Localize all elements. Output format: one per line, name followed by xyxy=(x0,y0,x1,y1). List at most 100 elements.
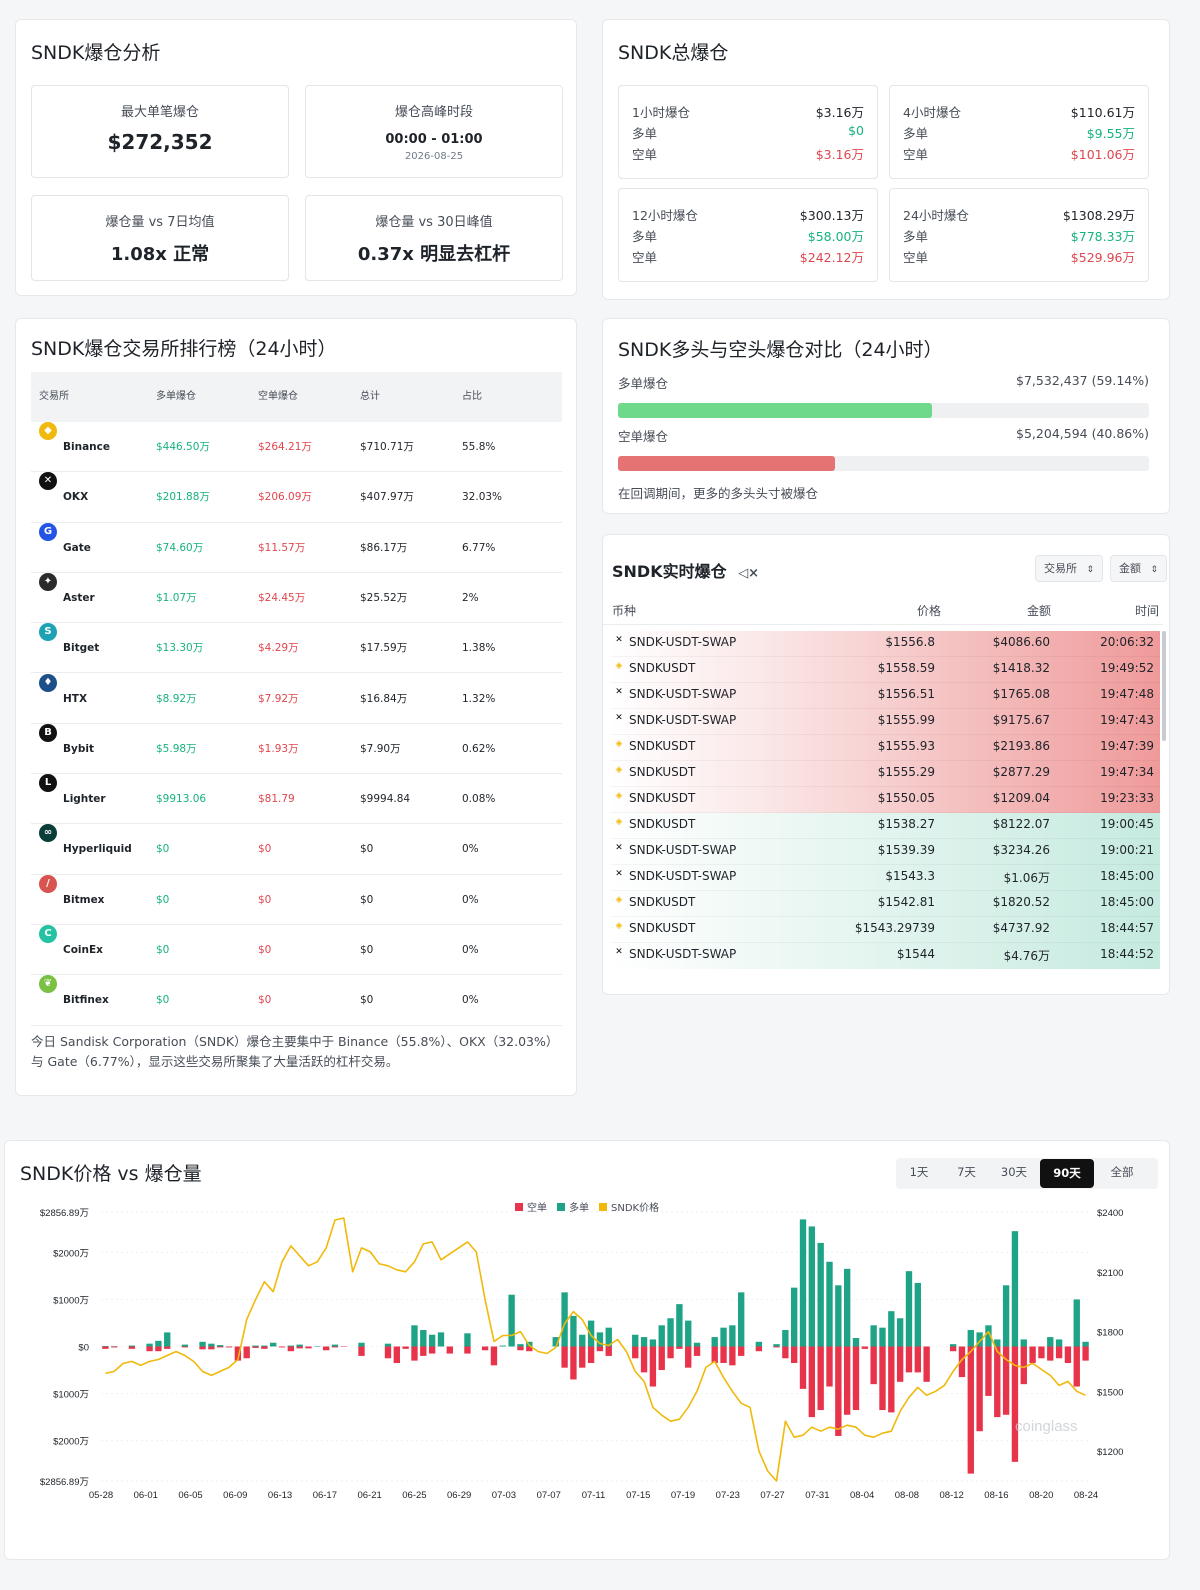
time: 19:00:21 xyxy=(1100,843,1154,857)
short-bar xyxy=(331,1346,339,1348)
long-bar xyxy=(1055,1339,1063,1347)
table-row[interactable]: ◆ Binance $446.50万 $264.21万 $710.71万 55.8% xyxy=(31,422,562,473)
table-row[interactable]: G Gate $74.60万 $11.57万 $86.17万 6.77% xyxy=(31,522,562,573)
pair-name: SNDK-USDT-SWAP xyxy=(629,947,737,961)
long-bar xyxy=(949,1344,957,1347)
binance-logo-icon: ◈ xyxy=(615,921,623,931)
list-item[interactable]: ◈ SNDKUSDT $1555.29 $2877.29 19:47:34 xyxy=(610,761,1160,787)
list-item[interactable]: ✕ SNDK-USDT-SWAP $1539.39 $3234.26 19:00:21 xyxy=(610,839,1160,865)
price: $1544 xyxy=(896,947,935,961)
pair-name: SNDKUSDT xyxy=(629,895,696,909)
exchange-name: Bitget xyxy=(63,642,100,655)
share-pct: 1.38% xyxy=(462,642,496,655)
short-bar xyxy=(1082,1346,1089,1361)
price: $1555.99 xyxy=(877,713,935,727)
col-total: 总计 xyxy=(360,391,380,402)
realtime-scrollbar[interactable] xyxy=(1162,631,1166,741)
list-item[interactable]: ◈ SNDKUSDT $1555.93 $2193.86 19:47:39 xyxy=(610,735,1160,761)
table-row[interactable]: ❦ Bitfinex $0 $0 $0 0% xyxy=(31,975,562,1026)
amount: $8122.07 xyxy=(992,817,1050,831)
col-long: 多单爆仓 xyxy=(156,391,196,402)
amount: $2193.86 xyxy=(992,739,1050,753)
long-value: $0 xyxy=(848,123,864,138)
long-bar xyxy=(649,1339,657,1347)
list-item[interactable]: ◈ SNDKUSDT $1542.81 $1820.52 18:45:00 xyxy=(610,891,1160,917)
amount-filter-button[interactable]: 金额 ⇕ xyxy=(1110,555,1168,582)
col-price: 价格 xyxy=(917,604,942,618)
sound-icon[interactable]: ◁× xyxy=(738,566,759,581)
pair-name: SNDKUSDT xyxy=(629,661,696,675)
short-value: $3.16万 xyxy=(815,147,864,162)
x-tick-label: 07-07 xyxy=(537,1490,561,1501)
short-bar xyxy=(738,1346,745,1356)
list-item[interactable]: ◈ SNDKUSDT $1550.05 $1209.04 19:23:33 xyxy=(610,787,1160,813)
price-vs-liquidation-chart[interactable]: $2856.89万 $2000万 $1000万 $0 $1000万 $2000万 $2856… xyxy=(5,1141,1171,1561)
peak-time-label: 爆仓高峰时段 xyxy=(394,105,473,120)
vs7d-label: 爆仓量 vs 7日均值 xyxy=(105,215,215,230)
long-bar xyxy=(164,1332,171,1347)
x-tick-label: 06-29 xyxy=(447,1490,471,1501)
long-bar xyxy=(217,1345,224,1347)
list-item[interactable]: ✕ SNDK-USDT-SWAP $1543.3 $1.06万 18:45:00 xyxy=(610,865,1160,891)
gate-logo-icon: G xyxy=(39,522,57,541)
short-value: $242.12万 xyxy=(799,250,864,265)
summary-card: SNDK爆仓分析 最大单笔爆仓 $272,352 爆仓高峰时段 00:00 - … xyxy=(15,19,577,296)
list-item[interactable]: ◈ SNDKUSDT $1538.27 $8122.07 19:00:45 xyxy=(610,813,1160,839)
list-item[interactable]: ✕ SNDK-USDT-SWAP $1544 $4.76万 18:44:52 xyxy=(610,943,1160,969)
short-bar xyxy=(570,1346,577,1380)
table-row[interactable]: C CoinEx $0 $0 $0 0% xyxy=(31,925,562,976)
col-amount: 金额 xyxy=(1027,604,1052,618)
table-row[interactable]: L Lighter $9913.06 $81.79 $9994.84 0.08% xyxy=(31,774,562,825)
long-bar xyxy=(640,1337,648,1347)
long-bar-fill xyxy=(618,403,933,418)
long-bar xyxy=(579,1334,586,1347)
x-tick-label: 07-19 xyxy=(671,1490,695,1501)
short-bar xyxy=(181,1346,189,1348)
time: 19:00:45 xyxy=(1100,817,1154,831)
x-tick-label: 07-15 xyxy=(626,1490,650,1501)
long-bar xyxy=(720,1327,727,1347)
long-bar xyxy=(181,1344,189,1347)
table-row[interactable]: S Bitget $13.30万 $4.29万 $17.59万 1.38% xyxy=(31,623,562,674)
long-bar xyxy=(1073,1299,1080,1347)
time: 18:45:00 xyxy=(1100,869,1154,883)
list-item[interactable]: ✕ SNDK-USDT-SWAP $1555.99 $9175.67 19:47:43 xyxy=(610,709,1160,735)
table-row[interactable]: ✕ OKX $201.88万 $206.09万 $407.97万 32.03% xyxy=(31,472,562,523)
long-bar xyxy=(826,1261,833,1347)
table-row[interactable]: B Bybit $5.98万 $1.93万 $7.90万 0.62% xyxy=(31,723,562,775)
long-bar xyxy=(782,1330,789,1347)
exchange-name: OKX xyxy=(63,491,89,504)
list-item[interactable]: ◈ SNDKUSDT $1558.59 $1418.32 19:49:52 xyxy=(610,657,1160,683)
binance-logo-icon: ◈ xyxy=(615,765,623,775)
table-row[interactable]: ✦ Aster $1.07万 $24.45万 $25.52万 2% xyxy=(31,572,562,624)
list-item[interactable]: ✕ SNDK-USDT-SWAP $1556.8 $4086.60 20:06:32 xyxy=(610,631,1160,657)
list-item[interactable]: ✕ SNDK-USDT-SWAP $1556.51 $1765.08 19:47:48 xyxy=(610,683,1160,709)
pair-name: SNDK-USDT-SWAP xyxy=(629,687,737,701)
exchange-filter-button[interactable]: 交易所 ⇕ xyxy=(1035,555,1104,582)
x-tick-label: 06-05 xyxy=(178,1490,202,1501)
total-amount: $7.90万 xyxy=(360,742,401,755)
y-left-tick-label: $2856.89万 xyxy=(40,1208,89,1219)
long-amount: $5.98万 xyxy=(156,742,197,755)
short-bar xyxy=(587,1346,595,1363)
price: $1555.93 xyxy=(877,739,935,753)
pair-name: SNDKUSDT xyxy=(629,791,696,805)
long-amount: $446.50万 xyxy=(156,441,210,453)
table-row[interactable]: / Bitmex $0 $0 $0 0% xyxy=(31,874,562,925)
long-bar xyxy=(817,1242,824,1347)
table-row[interactable]: ♦ HTX $8.92万 $7.92万 $16.84万 1.32% xyxy=(31,673,562,724)
y-left-tick-label: $2856.89万 xyxy=(40,1477,89,1488)
table-row[interactable]: ∞ Hyperliquid $0 $0 $0 0% xyxy=(31,824,562,875)
short-bar xyxy=(817,1346,824,1411)
short-label: 空单 xyxy=(632,147,658,162)
total-amount: $0 xyxy=(360,944,374,956)
short-bar xyxy=(711,1346,718,1363)
list-item[interactable]: ◈ SNDKUSDT $1543.29739 $4737.92 18:44:57 xyxy=(610,917,1160,943)
share-pct: 0% xyxy=(462,994,479,1007)
long-bar xyxy=(358,1342,365,1347)
long-bar xyxy=(843,1268,851,1347)
long-bar xyxy=(199,1341,206,1347)
htx-logo-icon: ♦ xyxy=(39,673,57,692)
short-bar xyxy=(658,1346,665,1371)
long-bar xyxy=(570,1315,577,1347)
